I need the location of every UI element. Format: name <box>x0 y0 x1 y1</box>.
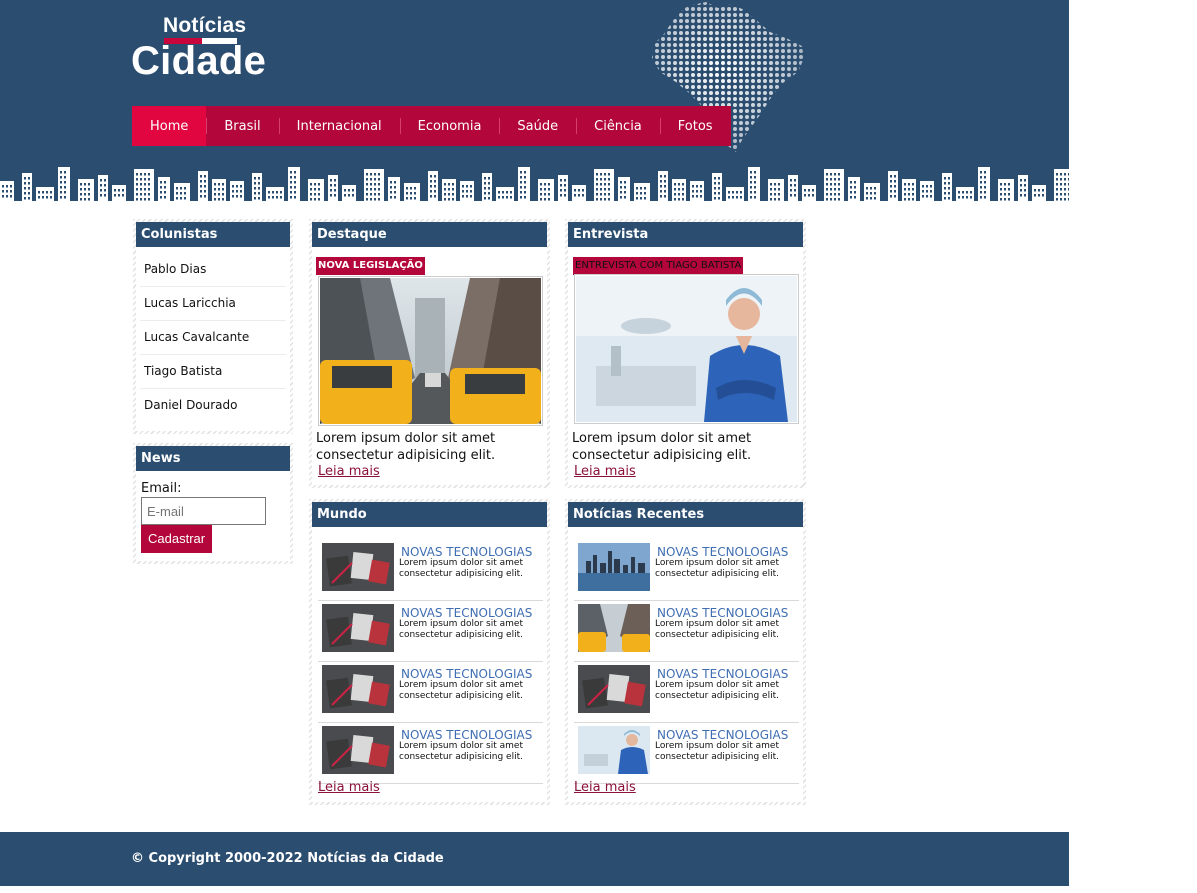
footer-copyright: © Copyright 2000-2022 Notícias da Cidade <box>131 851 444 866</box>
desk-thumbnail[interactable] <box>322 665 394 713</box>
recentes-list: NOVAS TECNOLOGIAS Lorem ipsum dolor sit a… <box>574 540 799 784</box>
list-item-headline[interactable]: NOVAS TECNOLOGIAS <box>657 667 788 681</box>
destaque-tag: NOVA LEGISLAÇÃO <box>316 257 425 275</box>
list-item[interactable]: NOVAS TECNOLOGIAS Lorem ipsum dolor sit a… <box>318 662 543 723</box>
list-item[interactable]: NOVAS TECNOLOGIAS Lorem ipsum dolor sit a… <box>318 601 543 662</box>
mundo-panel: Mundo NOVAS TECNOLOGIAS Lorem ipsum dolor… <box>309 499 550 805</box>
desk-thumbnail[interactable] <box>578 665 650 713</box>
destaque-more-link[interactable]: Leia mais <box>318 464 380 479</box>
email-field[interactable] <box>141 497 266 525</box>
list-item-headline[interactable]: NOVAS TECNOLOGIAS <box>657 728 788 742</box>
list-item[interactable]: NOVAS TECNOLOGIAS Lorem ipsum dolor sit a… <box>318 540 543 601</box>
list-item-headline[interactable]: NOVAS TECNOLOGIAS <box>401 545 532 559</box>
recentes-title: Notícias Recentes <box>568 502 803 527</box>
list-item[interactable]: NOVAS TECNOLOGIAS Lorem ipsum dolor sit a… <box>574 601 799 662</box>
list-item-headline[interactable]: NOVAS TECNOLOGIAS <box>401 606 532 620</box>
entrevista-tag: ENTREVISTA COM TIAGO BATISTA <box>573 257 744 275</box>
email-label: Email: <box>141 481 182 496</box>
colunista-item[interactable]: Lucas Laricchia <box>140 287 286 321</box>
nav-item-home[interactable]: Home <box>132 106 207 146</box>
colunista-item[interactable]: Pablo Dias <box>140 253 286 287</box>
desk-thumbnail[interactable] <box>322 726 394 774</box>
mundo-list: NOVAS TECNOLOGIAS Lorem ipsum dolor sit a… <box>318 540 543 784</box>
list-item[interactable]: NOVAS TECNOLOGIAS Lorem ipsum dolor sit a… <box>574 662 799 723</box>
colunistas-panel: Colunistas Pablo Dias Lucas Laricchia Luca… <box>133 219 293 434</box>
list-item[interactable]: NOVAS TECNOLOGIAS Lorem ipsum dolor sit a… <box>574 723 799 784</box>
nav-item-economia[interactable]: Economia <box>399 106 500 146</box>
list-item-text: Lorem ipsum dolor sit amet consectetur a… <box>655 680 779 701</box>
nav-item-fotos[interactable]: Fotos <box>659 106 731 146</box>
logo-top-text: Notícias <box>163 14 247 37</box>
mundo-title: Mundo <box>312 502 547 527</box>
list-item-text: Lorem ipsum dolor sit amet consectetur a… <box>399 619 523 640</box>
subscribe-button[interactable]: Cadastrar <box>141 525 213 553</box>
site-logo[interactable]: Notícias Cidade <box>131 14 271 84</box>
colunista-item[interactable]: Lucas Cavalcante <box>140 321 286 355</box>
entrevista-title: Entrevista <box>568 222 803 247</box>
doctor-photo <box>576 276 797 422</box>
recentes-panel: Notícias Recentes NOVAS TECNOLOGIAS Lorem… <box>565 499 806 805</box>
desk-thumbnail[interactable] <box>322 543 394 591</box>
taxi-street-photo <box>320 278 541 424</box>
destaque-panel: Destaque NOVA LEGISLAÇÃO Lorem ipsum dol… <box>309 219 550 488</box>
list-item-text: Lorem ipsum dolor sit amet consectetur a… <box>655 558 779 579</box>
main-nav: Home Brasil Internacional Economia Saúde Ciên… <box>132 106 731 146</box>
list-item-text: Lorem ipsum dolor sit amet consectetur a… <box>655 741 779 762</box>
list-item[interactable]: NOVAS TECNOLOGIAS Lorem ipsum dolor sit a… <box>318 723 543 784</box>
colunista-item[interactable]: Daniel Dourado <box>140 389 286 422</box>
site-footer: © Copyright 2000-2022 Notícias da Cidade <box>0 832 1069 886</box>
list-item-headline[interactable]: NOVAS TECNOLOGIAS <box>657 606 788 620</box>
list-item-headline[interactable]: NOVAS TECNOLOGIAS <box>401 667 532 681</box>
list-item-text: Lorem ipsum dolor sit amet consectetur a… <box>655 619 779 640</box>
colunistas-title: Colunistas <box>136 222 290 247</box>
logo-bottom-text: Cidade <box>131 39 267 83</box>
colunistas-list: Pablo Dias Lucas Laricchia Lucas Cavalcant… <box>136 247 290 422</box>
nav-item-ciencia[interactable]: Ciência <box>576 106 660 146</box>
list-item-headline[interactable]: NOVAS TECNOLOGIAS <box>657 545 788 559</box>
mundo-more-link[interactable]: Leia mais <box>318 780 380 795</box>
doctor-thumbnail[interactable] <box>578 726 650 774</box>
colunista-item[interactable]: Tiago Batista <box>140 355 286 389</box>
list-item-text: Lorem ipsum dolor sit amet consectetur a… <box>399 558 523 579</box>
nav-item-internacional[interactable]: Internacional <box>278 106 400 146</box>
nav-item-brasil[interactable]: Brasil <box>206 106 278 146</box>
newsletter-panel: News Email: Cadastrar <box>133 443 293 564</box>
list-item-text: Lorem ipsum dolor sit amet consectetur a… <box>399 680 523 701</box>
nav-item-saude[interactable]: Saúde <box>499 106 576 146</box>
entrevista-text: Lorem ipsum dolor sit amet consectetur a… <box>572 431 752 463</box>
recentes-more-link[interactable]: Leia mais <box>574 780 636 795</box>
city-skyline-banner <box>0 167 1069 205</box>
taxi-thumbnail[interactable] <box>578 604 650 652</box>
entrevista-image[interactable] <box>574 274 799 424</box>
entrevista-panel: Entrevista ENTREVISTA COM TIAGO BATISTA … <box>565 219 806 488</box>
site-header: Notícias Cidade Home Brasil Internacional E… <box>0 0 1069 205</box>
destaque-title: Destaque <box>312 222 547 247</box>
desk-thumbnail[interactable] <box>322 604 394 652</box>
list-item-text: Lorem ipsum dolor sit amet consectetur a… <box>399 741 523 762</box>
list-item-headline[interactable]: NOVAS TECNOLOGIAS <box>401 728 532 742</box>
destaque-image[interactable] <box>318 276 543 426</box>
newsletter-title: News <box>136 446 290 471</box>
entrevista-more-link[interactable]: Leia mais <box>574 464 636 479</box>
list-item[interactable]: NOVAS TECNOLOGIAS Lorem ipsum dolor sit a… <box>574 540 799 601</box>
skyline-thumbnail[interactable] <box>578 543 650 591</box>
destaque-text: Lorem ipsum dolor sit amet consectetur a… <box>316 431 496 463</box>
